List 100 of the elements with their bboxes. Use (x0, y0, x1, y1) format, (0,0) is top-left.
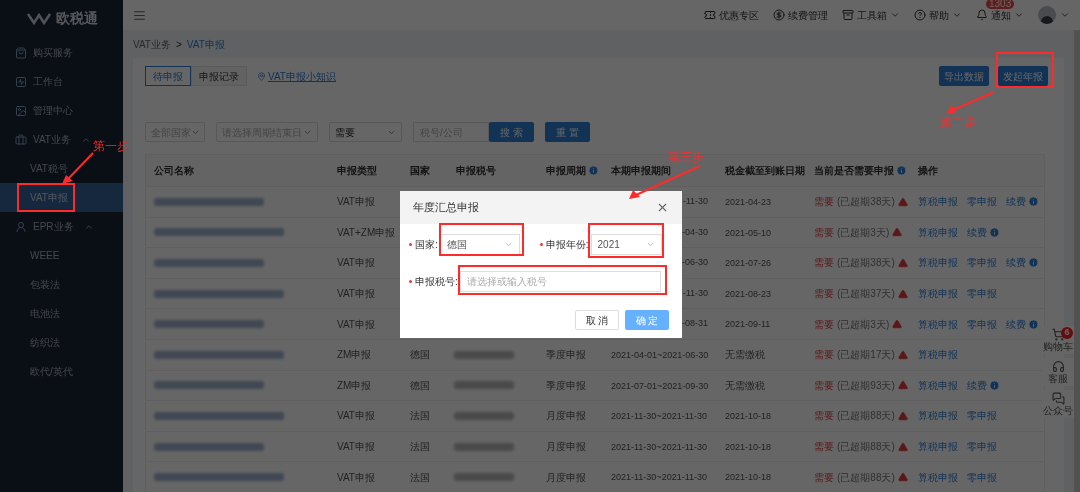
dialog-button[interactable]: 确 定 (625, 310, 669, 330)
table-cell: VAT申报 (337, 196, 375, 208)
annotation-text: 第二步 (940, 114, 976, 131)
action-link[interactable]: 续费 (1006, 255, 1026, 271)
action-link[interactable]: 续费 (967, 224, 987, 240)
help-icon (914, 9, 926, 21)
caret-icon (1060, 10, 1070, 20)
table-cell: 2021-04-23 (725, 197, 772, 208)
column-header: 申报类型 (337, 164, 377, 178)
warning-icon (897, 258, 908, 268)
action-link[interactable]: 零申报 (967, 408, 997, 424)
cart-icon (1051, 328, 1065, 341)
redacted-text (454, 473, 514, 482)
redacted-text (454, 350, 514, 359)
action-link[interactable]: 续费 (1006, 194, 1026, 210)
warning-icon (892, 319, 903, 330)
action-link[interactable]: 算税申报 (918, 469, 958, 485)
status-text: 需要 (814, 225, 834, 240)
topbar-item[interactable]: 帮助 (914, 7, 962, 23)
status-text: 需要 (814, 287, 834, 302)
select-field[interactable]: 需要 (329, 122, 402, 142)
table-cell: 2021-10-18 (725, 472, 772, 483)
help-link[interactable]: VAT申报小知识 (268, 68, 336, 84)
warning-icon (897, 380, 908, 391)
avatar[interactable] (1038, 6, 1056, 24)
table-cell: VAT申报 (337, 410, 375, 422)
table-cell: 2021-07-26 (725, 258, 772, 269)
action-link[interactable]: 算税申报 (918, 224, 958, 240)
action-link[interactable]: 算税申报 (918, 408, 958, 424)
table-cell: 2021-05-10 (725, 227, 772, 238)
action-link[interactable]: 算税申报 (918, 255, 958, 271)
action-link[interactable]: 续费 (967, 377, 987, 393)
action-link[interactable]: 算税申报 (918, 347, 958, 363)
warning-icon (892, 227, 903, 238)
float-button[interactable]: 购物车 6 (1042, 326, 1074, 354)
action-link[interactable]: 算税申报 (918, 194, 958, 210)
action-link[interactable]: 零申报 (967, 194, 997, 210)
status-text: 需要 (814, 195, 834, 210)
action-link[interactable]: 零申报 (967, 469, 997, 485)
ticket-icon (704, 9, 716, 21)
tab[interactable]: 申报记录 (191, 66, 247, 86)
float-button[interactable]: 客服 (1042, 358, 1074, 386)
topbar-item[interactable]: 优惠专区 (704, 7, 759, 23)
column-header: 当前是否需要申报 (814, 164, 894, 178)
box-icon (842, 9, 854, 21)
action-link[interactable]: 算税申报 (918, 316, 958, 332)
action-link[interactable]: 算税申报 (918, 377, 958, 393)
warning-icon (897, 472, 908, 483)
header-button[interactable]: 发起年报 (998, 66, 1048, 86)
table-cell: 2021-10-18 (725, 441, 772, 452)
action-link[interactable]: 算税申报 (918, 286, 958, 302)
field-label: 申报年份: (545, 238, 589, 252)
table-cell: ZM申报 (337, 379, 372, 391)
caret-icon (645, 240, 655, 249)
column-header: 申报周期 (546, 164, 586, 178)
table-cell: 无需缴税 (725, 349, 765, 361)
annotation-box (17, 183, 75, 212)
redacted-text (454, 411, 514, 420)
table-cell: 2021-07-01~2021-09-30 (611, 380, 709, 391)
table-cell: 2021-11-30~2021-11-30 (611, 411, 707, 422)
header-button[interactable]: 导出数据 (939, 66, 989, 86)
logo-icon (25, 11, 52, 25)
topbar-item[interactable]: 通知 (976, 7, 1024, 23)
float-button[interactable]: 公众号 (1042, 390, 1074, 418)
table-cell: 无需缴税 (725, 379, 765, 391)
bag-icon (15, 46, 27, 59)
table-cell: -11-30 (682, 195, 708, 209)
column-header: 税金截至到账日期 (725, 164, 805, 178)
table-cell: VAT申报 (337, 471, 375, 483)
action-link[interactable]: 零申报 (967, 316, 997, 332)
dialog-button[interactable]: 取 消 (575, 310, 619, 330)
menu-icon[interactable] (133, 8, 146, 22)
warning-icon (897, 410, 908, 421)
column-header: 申报税号 (456, 164, 496, 178)
table-cell: VAT申报 (337, 288, 375, 300)
topbar-item[interactable]: 续费管理 (773, 7, 828, 23)
action-link[interactable]: 算税申报 (918, 439, 958, 455)
table-cell: -08-31 (682, 317, 708, 331)
filter-button[interactable]: 搜 索 (489, 122, 534, 142)
column-header: 操作 (918, 164, 938, 178)
table-cell: 德国 (410, 349, 430, 361)
table-cell: 2021-09-11 (725, 319, 771, 330)
chat-icon (1051, 392, 1065, 405)
close-icon[interactable] (656, 201, 669, 214)
table-cell-text: -04-30 (682, 225, 708, 239)
warning-icon (897, 349, 908, 360)
redacted-text (454, 381, 514, 390)
action-link[interactable]: 零申报 (967, 439, 997, 455)
coin-icon (773, 9, 785, 21)
action-link[interactable]: 续费 (1006, 316, 1026, 332)
action-link[interactable]: 零申报 (967, 286, 997, 302)
field-label: 申报税号: (415, 275, 458, 289)
dialog-title: 年度汇总申报 (413, 200, 479, 216)
table-cell: VAT+ZM申报 (337, 226, 396, 238)
column-header: 公司名称 (154, 164, 194, 178)
table-cell: -06-30 (682, 256, 708, 270)
filter-button[interactable]: 重 置 (545, 122, 590, 142)
tab[interactable]: 待申报 (145, 66, 191, 86)
action-link[interactable]: 零申报 (967, 255, 997, 271)
table-cell: 2021-04-01~2021-06-30 (611, 350, 709, 360)
